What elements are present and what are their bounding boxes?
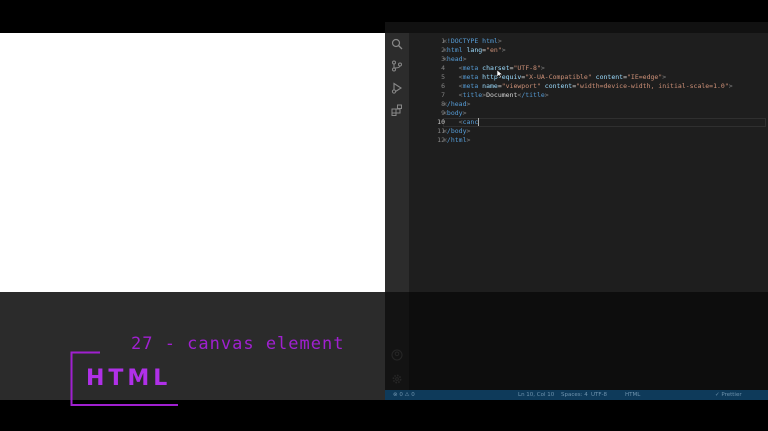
problems-indicator[interactable]: ⊗ 0 ⚠ 0 [393,390,415,400]
cursor-position[interactable]: Ln 10, Col 10 [518,390,554,400]
code-line[interactable]: </body> [443,127,470,136]
code-line[interactable]: </head> [443,100,470,109]
code-line[interactable]: <canc [443,118,480,127]
extensions-icon[interactable] [391,104,403,116]
source-control-icon[interactable] [391,60,403,72]
code-line[interactable]: <!DOCTYPE html> [443,37,502,46]
encoding-setting[interactable]: UTF-8 [591,390,607,400]
line-number: 11 [437,127,445,135]
code-line[interactable]: <meta charset="UTF-8"> [443,64,545,73]
line-number: 4 [441,64,445,72]
code-line[interactable]: <title>Document</title> [443,91,549,100]
video-dim-overlay [385,292,768,390]
line-number: 12 [437,136,445,144]
line-number: 8 [441,100,445,108]
line-number: 6 [441,82,445,90]
line-number: 7 [441,91,445,99]
text-caret [478,118,480,126]
run-debug-icon[interactable] [391,82,403,94]
code-line[interactable]: <meta http-equiv="X-UA-Compatible" conte… [443,73,667,82]
code-line[interactable]: <body> [443,109,467,118]
indentation-setting[interactable]: Spaces: 4 [561,390,588,400]
search-icon[interactable] [391,38,403,50]
line-number: 2 [441,46,445,54]
status-bar: ⊗ 0 ⚠ 0 Ln 10, Col 10 Spaces: 4 UTF-8 HT… [385,390,768,400]
language-mode[interactable]: HTML [625,390,640,400]
line-number: 3 [441,55,445,63]
code-line[interactable]: <meta name="viewport" content="width=dev… [443,82,733,91]
line-number: 10 [437,118,445,126]
browser-viewport [0,33,385,292]
line-number: 1 [441,37,445,45]
editor-tab-strip [385,22,768,33]
prettier-status[interactable]: ✓ Prettier [715,390,742,400]
code-line[interactable]: <html lang="en"> [443,46,506,55]
html-logo-text: HTML [86,366,172,391]
mouse-pointer-icon [497,70,503,78]
code-line[interactable]: </html> [443,136,470,145]
line-number: 9 [441,109,445,117]
line-number: 5 [441,73,445,81]
code-line[interactable]: <head> [443,55,467,64]
